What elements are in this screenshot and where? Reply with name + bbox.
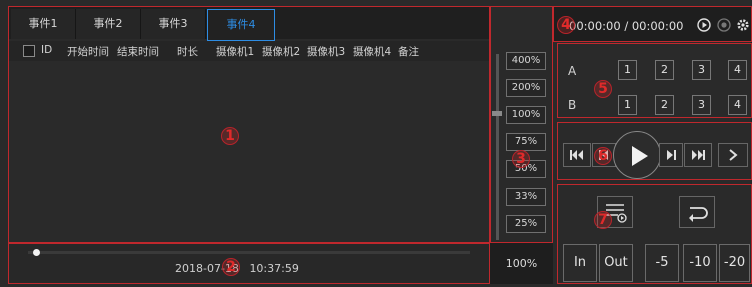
tab-event-1[interactable]: 事件1 — [11, 9, 76, 39]
gear-icon[interactable] — [736, 18, 750, 32]
column-camera-1[interactable]: 摄像机1 — [216, 44, 254, 59]
timeline-time: 10:37:59 — [249, 262, 299, 275]
marker-3: 3 — [512, 150, 530, 168]
zoom-400-button[interactable]: 400% — [506, 52, 546, 70]
tab-event-3[interactable]: 事件3 — [141, 9, 206, 39]
a-camera-4-button[interactable]: 4 — [728, 60, 747, 80]
zoom-33-button[interactable]: 33% — [506, 188, 546, 206]
column-duration[interactable]: 时长 — [177, 44, 198, 59]
playback-separator: / — [624, 19, 629, 33]
b-camera-3-button[interactable]: 3 — [692, 95, 711, 115]
play-icon — [632, 146, 648, 166]
play-circle-icon[interactable] — [697, 18, 711, 32]
minus-10-button[interactable]: -10 — [683, 244, 717, 282]
return-icon — [689, 207, 708, 222]
column-camera-2[interactable]: 摄像机2 — [262, 44, 300, 59]
return-button[interactable] — [679, 196, 715, 228]
event-tabbar: 事件1 事件2 事件3 事件4 — [9, 7, 489, 41]
zoom-200-button[interactable]: 200% — [506, 79, 546, 97]
marker-5: 5 — [594, 80, 612, 98]
skip-end-icon — [692, 150, 705, 160]
playback-time: 00:00:00 / 00:00:00 — [569, 19, 684, 33]
select-all-checkbox[interactable] — [23, 45, 35, 57]
play-button[interactable] — [613, 131, 661, 179]
marker-2: 2 — [222, 258, 240, 276]
zoom-25-button[interactable]: 25% — [506, 215, 546, 233]
zoom-75-button[interactable]: 75% — [506, 133, 546, 151]
marker-6: 6 — [594, 147, 612, 165]
zoom-current-value: 100% — [490, 243, 553, 284]
step-forward-button[interactable] — [659, 143, 683, 167]
marker-4: 4 — [557, 16, 575, 34]
column-camera-3[interactable]: 摄像机3 — [307, 44, 345, 59]
tab-event-2[interactable]: 事件2 — [76, 9, 141, 39]
column-start-time[interactable]: 开始时间 — [67, 44, 109, 59]
next-icon — [729, 149, 738, 161]
marker-1: 1 — [221, 127, 239, 145]
playback-current-time: 00:00:00 — [569, 19, 621, 33]
skip-start-button[interactable] — [563, 143, 591, 167]
column-id[interactable]: ID — [41, 44, 52, 56]
b-camera-1-button[interactable]: 1 — [618, 95, 637, 115]
b-camera-4-button[interactable]: 4 — [728, 95, 747, 115]
record-icon[interactable] — [717, 18, 731, 32]
tab-event-4[interactable]: 事件4 — [207, 9, 275, 41]
event-table-header: ID 开始时间 结束时间 时长 摄像机1 摄像机2 摄像机3 摄像机4 备注 — [9, 41, 489, 61]
minus-20-button[interactable]: -20 — [719, 244, 750, 282]
mark-in-button[interactable]: In — [563, 244, 597, 282]
a-camera-3-button[interactable]: 3 — [692, 60, 711, 80]
mark-out-button[interactable]: Out — [599, 244, 633, 282]
column-notes[interactable]: 备注 — [398, 44, 419, 59]
timeline-playhead[interactable] — [33, 249, 40, 256]
column-camera-4[interactable]: 摄像机4 — [353, 44, 391, 59]
skip-start-icon — [570, 150, 583, 160]
a-camera-1-button[interactable]: 1 — [618, 60, 637, 80]
zoom-slider-handle[interactable] — [492, 111, 502, 116]
zoom-slider-track[interactable] — [496, 54, 499, 240]
zoom-panel — [490, 6, 553, 243]
next-button[interactable] — [718, 143, 748, 167]
a-camera-2-button[interactable]: 2 — [655, 60, 674, 80]
ab-label-a: A — [568, 64, 577, 78]
column-end-time[interactable]: 结束时间 — [117, 44, 159, 59]
b-camera-2-button[interactable]: 2 — [655, 95, 674, 115]
minus-5-button[interactable]: -5 — [645, 244, 679, 282]
step-forward-icon — [667, 150, 676, 160]
marker-7: 7 — [594, 211, 612, 229]
zoom-100-button[interactable]: 100% — [506, 106, 546, 124]
ab-label-b: B — [568, 98, 577, 112]
playback-total-time: 00:00:00 — [631, 19, 684, 33]
timeline-track[interactable] — [28, 251, 470, 254]
skip-end-button[interactable] — [684, 143, 712, 167]
